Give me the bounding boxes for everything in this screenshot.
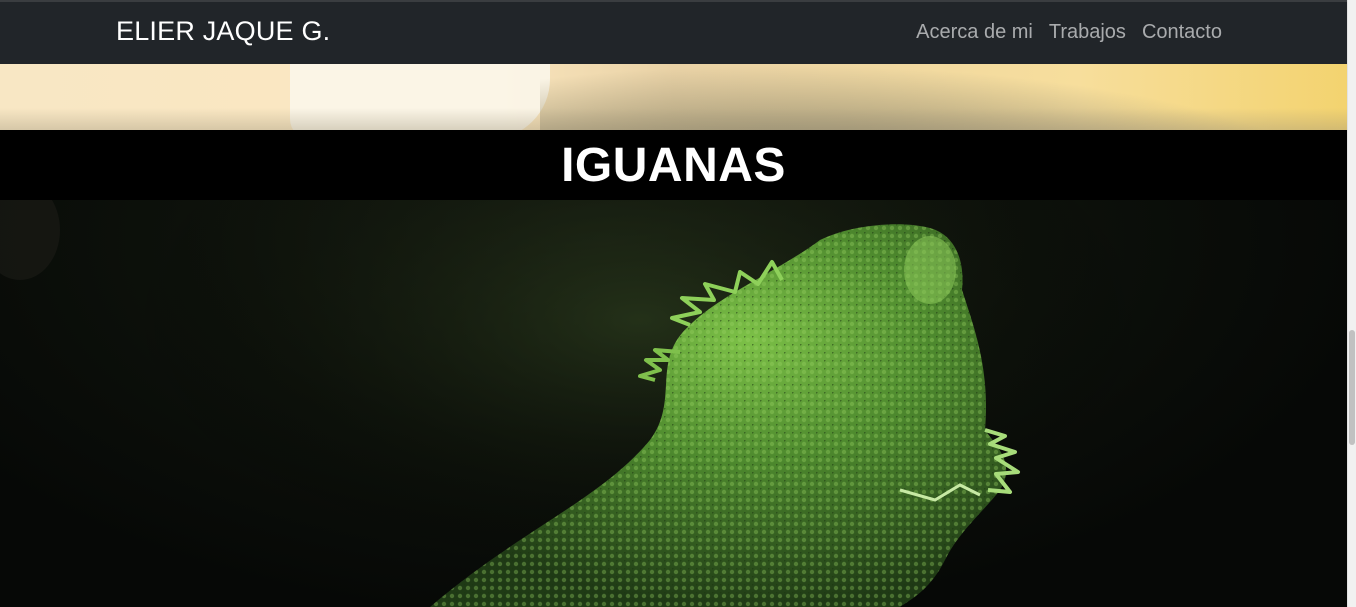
page-scrollbar[interactable] [1347,0,1356,607]
section-title-bar: IGUANAS [0,130,1347,200]
scrollbar-thumb[interactable] [1349,330,1355,445]
nav-links: Acerca de mi Trabajos Contacto [916,21,1222,44]
nav-link-contacto[interactable]: Contacto [1142,21,1222,44]
nav-link-acerca[interactable]: Acerca de mi [916,21,1033,44]
iguana-photo [0,200,1347,607]
section-title: IGUANAS [561,138,786,192]
header-background-image [0,64,1347,130]
brand-link[interactable]: ELIER JAQUE G. [116,16,330,47]
banner-fade [0,108,1347,130]
iguana-illustration [0,200,1160,607]
navbar: ELIER JAQUE G. Acerca de mi Trabajos Con… [0,0,1347,64]
nav-link-trabajos[interactable]: Trabajos [1049,21,1126,44]
